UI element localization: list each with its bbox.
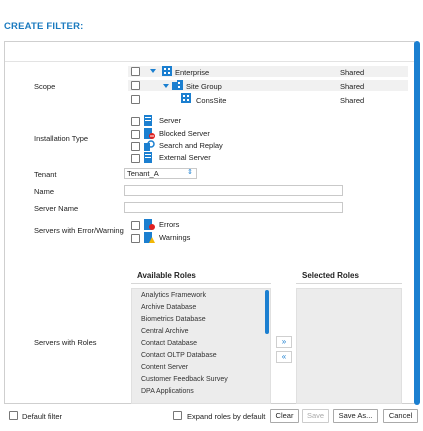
default-filter-label: Default filter bbox=[22, 412, 63, 421]
site-icon bbox=[181, 93, 191, 103]
scope-conssite-name: ConsSite bbox=[196, 96, 227, 105]
scope-enterprise-checkbox[interactable] bbox=[131, 67, 140, 76]
blocked-server-icon bbox=[144, 128, 155, 139]
scope-sitegroup-name: Site Group bbox=[186, 82, 222, 91]
installation-blocked-label: Blocked Server bbox=[159, 129, 210, 138]
name-label: Name bbox=[34, 187, 55, 196]
list-item[interactable]: Content Server bbox=[141, 364, 188, 371]
panel-divider bbox=[5, 61, 414, 62]
errors-label: Errors bbox=[159, 220, 180, 229]
list-item[interactable]: Contact Database bbox=[141, 340, 197, 347]
installation-server-label: Server bbox=[159, 116, 182, 125]
installation-type-label: Installation Type bbox=[34, 134, 89, 143]
scope-conssite-checkbox[interactable] bbox=[131, 95, 140, 104]
save-button[interactable]: Save bbox=[302, 409, 329, 423]
installation-server-checkbox[interactable] bbox=[131, 117, 140, 126]
expand-roles-label: Expand roles by default bbox=[187, 412, 266, 421]
name-input[interactable] bbox=[124, 185, 343, 196]
list-item[interactable]: DPA Applications bbox=[141, 388, 194, 395]
chevron-down-icon[interactable] bbox=[150, 69, 156, 73]
selected-roles-list[interactable] bbox=[296, 288, 402, 404]
list-item[interactable]: Archive Database bbox=[141, 304, 196, 311]
warnings-icon bbox=[144, 232, 155, 243]
warnings-label: Warnings bbox=[159, 233, 191, 242]
list-item[interactable]: Analytics Framework bbox=[141, 292, 206, 299]
selected-roles-divider bbox=[296, 283, 402, 284]
scope-enterprise-status: Shared bbox=[340, 68, 365, 77]
warnings-checkbox[interactable] bbox=[131, 234, 140, 243]
site-group-icon bbox=[172, 80, 183, 90]
vertical-scrollbar[interactable] bbox=[414, 41, 420, 405]
selected-roles-title: Selected Roles bbox=[302, 271, 359, 280]
server-icon bbox=[144, 115, 152, 126]
expand-roles-checkbox[interactable] bbox=[173, 411, 182, 420]
installation-search-checkbox[interactable] bbox=[131, 142, 140, 151]
available-roles-scrollbar[interactable] bbox=[265, 290, 269, 334]
installation-blocked-checkbox[interactable] bbox=[131, 130, 140, 139]
list-item[interactable]: Biometrics Database bbox=[141, 316, 206, 323]
installation-external-checkbox[interactable] bbox=[131, 154, 140, 163]
server-name-label: Server Name bbox=[34, 204, 79, 213]
remove-role-button[interactable]: « bbox=[276, 351, 292, 363]
installation-search-label: Search and Replay bbox=[159, 141, 223, 150]
available-roles-divider bbox=[131, 283, 271, 284]
clear-button[interactable]: Clear bbox=[270, 409, 299, 423]
save-as-button[interactable]: Save As... bbox=[333, 409, 378, 423]
default-filter-checkbox[interactable] bbox=[9, 411, 18, 420]
roles-label: Servers with Roles bbox=[34, 338, 97, 347]
errors-checkbox[interactable] bbox=[131, 221, 140, 230]
scope-conssite-status: Shared bbox=[340, 96, 365, 105]
servers-error-label: Servers with Error/Warning bbox=[34, 226, 124, 235]
cancel-button[interactable]: Cancel bbox=[383, 409, 418, 423]
search-replay-icon bbox=[144, 140, 155, 151]
list-item[interactable]: Central Archive bbox=[141, 328, 188, 335]
list-item[interactable]: Contact OLTP Database bbox=[141, 352, 217, 359]
page-title: CREATE FILTER: bbox=[4, 21, 84, 32]
list-item[interactable]: Customer Feedback Survey bbox=[141, 376, 228, 383]
external-server-icon bbox=[144, 152, 152, 163]
add-role-button[interactable]: » bbox=[276, 336, 292, 348]
scope-sitegroup-status: Shared bbox=[340, 82, 365, 91]
scope-row-sitegroup-bg bbox=[128, 80, 408, 91]
chevron-down-icon[interactable] bbox=[163, 84, 169, 88]
building-icon bbox=[162, 66, 172, 76]
tenant-label: Tenant bbox=[34, 170, 57, 179]
server-name-input[interactable] bbox=[124, 202, 343, 213]
tenant-select-value: Tenant_A bbox=[127, 169, 159, 178]
scope-enterprise-name: Enterprise bbox=[175, 68, 210, 77]
select-arrows-icon: ⇕ bbox=[187, 169, 193, 176]
available-roles-title: Available Roles bbox=[137, 271, 196, 280]
scope-sitegroup-checkbox[interactable] bbox=[131, 81, 140, 90]
installation-external-label: External Server bbox=[159, 153, 211, 162]
errors-icon bbox=[144, 219, 155, 230]
scope-label: Scope bbox=[34, 82, 56, 91]
